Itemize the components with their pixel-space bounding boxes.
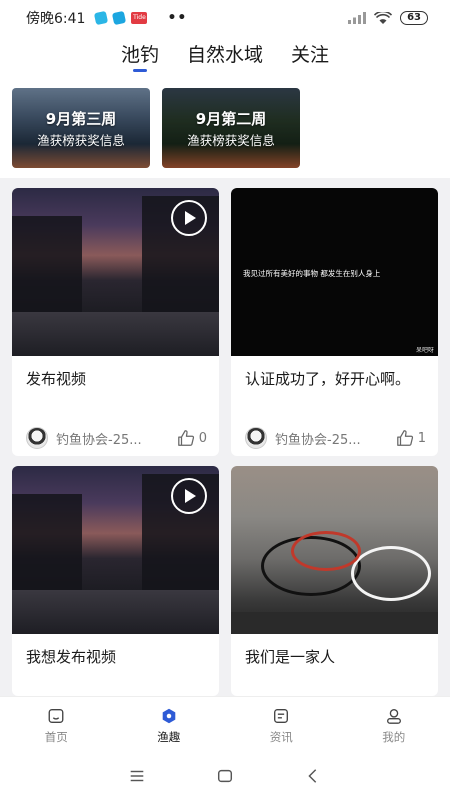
nav-label: 资讯 [269, 730, 293, 744]
image-watermark: 呆吧呀 [415, 347, 434, 354]
tide-app-icon: Tide [131, 12, 148, 24]
post-author[interactable]: 钓鱼协会-25... [275, 429, 396, 448]
post-title: 认证成功了，好开心啊。 [245, 370, 411, 388]
system-nav-bar [0, 752, 450, 800]
like-button[interactable]: 0 [177, 429, 207, 447]
thumbnail-building [12, 494, 82, 594]
battery-indicator: 63 [400, 11, 428, 25]
news-icon [274, 709, 289, 723]
like-button[interactable]: 1 [396, 429, 426, 447]
photo-keyboard [231, 612, 438, 634]
avatar[interactable] [26, 427, 48, 449]
play-icon[interactable] [171, 478, 207, 514]
post-video-thumbnail[interactable] [12, 466, 219, 634]
menu-icon[interactable] [128, 767, 146, 785]
status-left: 傍晚6:41 Tide •• [26, 8, 187, 28]
tab-pond-fishing[interactable]: 池钓 [121, 36, 159, 78]
nav-profile[interactable]: 我的 [338, 697, 450, 752]
status-bar: 傍晚6:41 Tide •• 63 [0, 0, 450, 36]
nav-news[interactable]: 资讯 [225, 697, 338, 752]
banner-subtitle: 渔获榜获奖信息 [37, 133, 125, 148]
thumbnail-street [12, 590, 219, 634]
banner-row: 9月第三周 渔获榜获奖信息 9月第二周 渔获榜获奖信息 [0, 78, 450, 178]
fish-icon [162, 708, 176, 724]
banner-week-3[interactable]: 9月第三周 渔获榜获奖信息 [12, 88, 150, 168]
thumbnail-building [12, 216, 82, 316]
app-notification-icon [112, 10, 127, 26]
post-card[interactable]: 发布视频 钓鱼协会-25... 0 [12, 188, 219, 456]
post-meta: 钓鱼协会-25... 0 [12, 400, 219, 456]
play-icon[interactable] [171, 200, 207, 236]
nav-fishing-fun[interactable]: 渔趣 [113, 697, 226, 752]
home-button-icon[interactable] [216, 767, 234, 785]
banner-week-2[interactable]: 9月第二周 渔获榜获奖信息 [162, 88, 300, 168]
nav-label: 首页 [44, 730, 68, 744]
thumbs-up-icon [396, 430, 413, 446]
top-tabs: 池钓 自然水域 关注 [0, 36, 450, 78]
avatar[interactable] [245, 427, 267, 449]
banner-title: 9月第三周 [45, 110, 117, 128]
back-icon[interactable] [304, 767, 322, 785]
post-author[interactable]: 钓鱼协会-25... [56, 429, 177, 448]
nav-label: 我的 [382, 730, 406, 744]
signal-icon [348, 12, 367, 24]
home-icon [48, 709, 64, 723]
post-image[interactable]: 我见过所有美好的事物 都发生在别人身上 呆吧呀 [231, 188, 438, 356]
post-video-thumbnail[interactable] [12, 188, 219, 356]
like-count: 0 [198, 430, 207, 446]
status-time: 傍晚6:41 [26, 11, 86, 27]
nav-home[interactable]: 首页 [0, 697, 113, 752]
wifi-icon [374, 11, 393, 24]
post-meta: 钓鱼协会-25... 1 [231, 400, 438, 456]
post-title: 我想发布视频 [26, 648, 117, 666]
photo-cable [351, 546, 431, 601]
status-right: 63 [348, 11, 428, 25]
tab-natural-waters[interactable]: 自然水域 [187, 36, 263, 78]
image-overlay-text: 我见过所有美好的事物 都发生在别人身上 [243, 269, 381, 278]
post-card[interactable]: 我们是一家人 [231, 466, 438, 696]
post-card[interactable]: 我见过所有美好的事物 都发生在别人身上 呆吧呀 认证成功了，好开心啊。 钓鱼协会… [231, 188, 438, 456]
post-title: 我们是一家人 [245, 648, 336, 666]
more-notifications-icon: •• [167, 10, 188, 26]
banner-title: 9月第二周 [195, 110, 267, 128]
app-notification-icon [94, 10, 109, 26]
photo-cable [291, 531, 361, 571]
post-card[interactable]: 我想发布视频 [12, 466, 219, 696]
profile-icon [386, 709, 401, 724]
like-count: 1 [417, 430, 426, 446]
bottom-nav: 首页 渔趣 资讯 我的 [0, 696, 450, 752]
post-title: 发布视频 [26, 370, 87, 388]
post-image[interactable] [231, 466, 438, 634]
tab-following[interactable]: 关注 [291, 36, 329, 78]
nav-label: 渔趣 [157, 730, 181, 744]
thumbs-up-icon [177, 430, 194, 446]
thumbnail-street [12, 312, 219, 356]
banner-subtitle: 渔获榜获奖信息 [187, 133, 275, 148]
